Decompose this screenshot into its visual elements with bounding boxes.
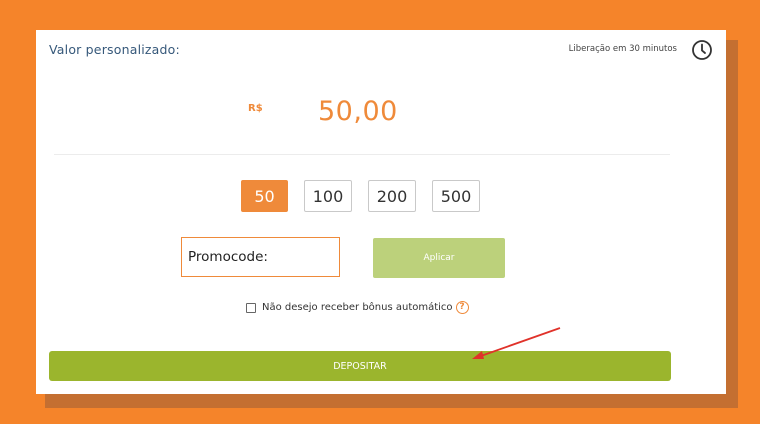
- question-circle-icon[interactable]: ?: [455, 301, 469, 314]
- clock-icon: [692, 40, 712, 60]
- quick-value-500-button[interactable]: 500: [432, 180, 480, 212]
- quick-value-50-button[interactable]: 50: [241, 180, 288, 212]
- amount-value: 50,00: [318, 96, 398, 127]
- quick-value-200-button[interactable]: 200: [368, 180, 416, 212]
- deposit-button[interactable]: DEPOSITAR: [49, 351, 671, 381]
- apply-promocode-button[interactable]: Aplicar: [373, 238, 505, 278]
- quick-value-100-button[interactable]: 100: [304, 180, 352, 212]
- bonus-opt-out-row: Não desejo receber bônus automático ?: [246, 301, 469, 314]
- page-title: Valor personalizado:: [49, 42, 180, 57]
- currency-symbol: R$: [248, 103, 263, 114]
- bonus-opt-out-checkbox[interactable]: [246, 302, 256, 313]
- release-time-text: Liberação em 30 minutos: [568, 44, 677, 54]
- red-arrow-icon: [472, 327, 561, 359]
- bonus-opt-out-label: Não desejo receber bônus automático: [262, 302, 453, 313]
- promocode-input[interactable]: [181, 237, 340, 277]
- divider: [54, 154, 670, 155]
- deposit-card: Valor personalizado: Liberação em 30 min…: [36, 30, 726, 394]
